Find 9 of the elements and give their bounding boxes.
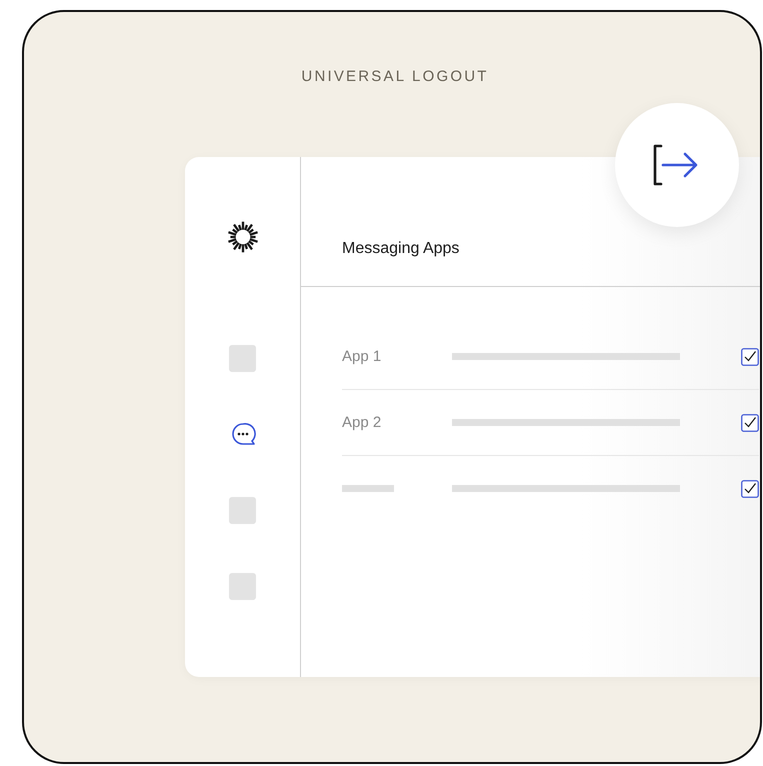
- app-label: App 2: [342, 414, 382, 431]
- page-title: UNIVERSAL LOGOUT: [300, 68, 490, 85]
- checkbox[interactable]: [741, 480, 759, 498]
- panel-heading: Messaging Apps: [342, 240, 460, 258]
- chat-icon[interactable]: [230, 422, 256, 446]
- checkbox[interactable]: [741, 414, 759, 432]
- app-label: App 1: [342, 348, 382, 365]
- checkbox[interactable]: [741, 348, 759, 366]
- label-placeholder: [342, 485, 394, 492]
